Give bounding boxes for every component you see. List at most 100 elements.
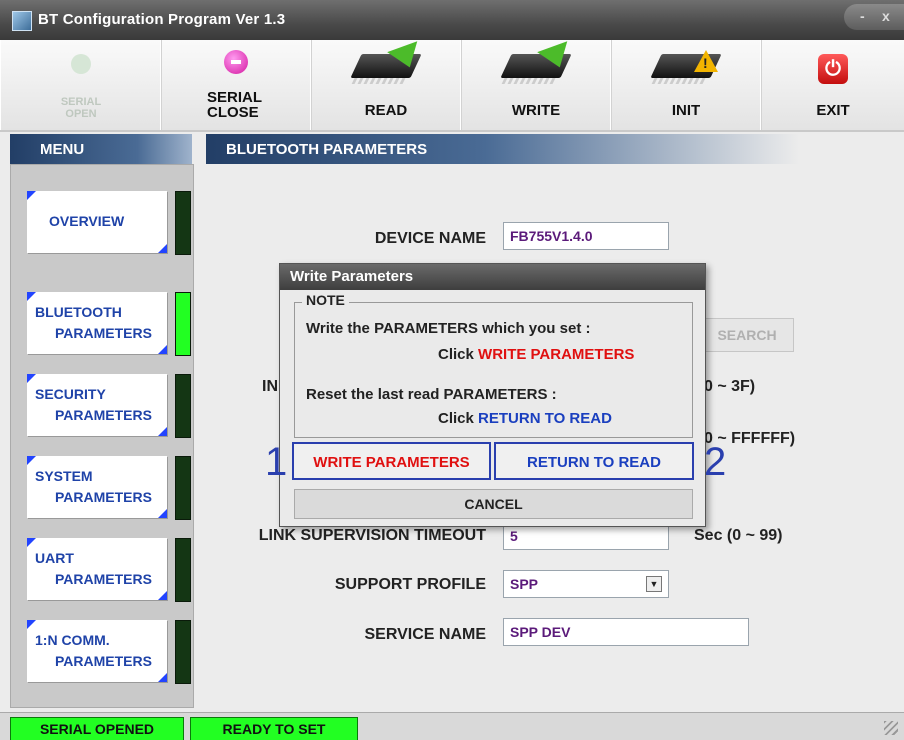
close-window-button[interactable]: x [882,8,890,24]
led-indicator [175,620,191,684]
write-parameters-dialog: Write Parameters NOTE Write the PARAMETE… [279,263,706,527]
status-ready-to-set: READY TO SET [190,717,358,740]
read-button[interactable]: READ [310,40,462,130]
note-line-4: Click RETURN TO READ [438,410,612,427]
chip-warning-icon [694,50,718,72]
menu-header-label: MENU [40,141,85,158]
exit-label: EXIT [816,102,850,119]
note-legend: NOTE [302,292,349,308]
range-label-1: 0 ~ 3F) [704,378,756,395]
sidebar-item-security-parameters[interactable]: SECURITY PARAMETERS [27,374,167,436]
write-button[interactable]: WRITE [460,40,612,130]
window-controls: - x [844,4,904,30]
read-label: READ [364,102,408,119]
corner-marker-icon [158,673,167,682]
write-label: WRITE [511,102,561,119]
link-supervision-unit: Sec (0 ~ 99) [694,527,783,544]
sidebar-item-label: PARAMETERS [55,571,152,587]
cancel-button[interactable]: CANCEL [294,489,693,519]
status-bar: SERIAL OPENED READY TO SET [0,712,904,740]
service-name-label: SERVICE NAME [364,626,486,643]
corner-marker-icon [158,427,167,436]
toolbar: SERIAL OPEN SERIAL CLOSE READ WRITE INIT [0,40,904,132]
led-indicator [175,456,191,520]
resize-grip-icon[interactable] [884,721,898,735]
sidebar-item-label: PARAMETERS [55,407,152,423]
sidebar-item-overview[interactable]: OVERVIEW [27,191,167,253]
app-icon [12,11,32,31]
dialog-title-bar: Write Parameters [280,264,705,290]
corner-marker-icon [158,244,167,253]
exit-button[interactable]: ⏻ EXIT [760,40,904,130]
sidebar-item-label: PARAMETERS [55,325,152,341]
corner-marker-icon [158,509,167,518]
menu-header: MENU [10,134,192,164]
serial-open-button[interactable]: SERIAL OPEN [0,40,162,130]
chevron-down-icon[interactable]: ▼ [646,576,662,592]
dialog-title: Write Parameters [290,268,414,285]
sidebar-item-system-parameters[interactable]: SYSTEM PARAMETERS [27,456,167,518]
power-icon: ⏻ [818,54,848,84]
support-profile-select[interactable]: SPP ▼ [503,570,669,598]
read-arrow-icon [387,41,425,73]
corner-marker-icon [158,591,167,600]
return-to-read-button[interactable]: RETURN TO READ [494,442,694,480]
serial-close-label-line1: SERIAL [207,89,263,106]
support-profile-label: SUPPORT PROFILE [334,576,486,593]
init-label: INIT [671,102,701,119]
init-button[interactable]: INIT [610,40,762,130]
window-title: BT Configuration Program Ver 1.3 [38,11,286,28]
annotation-number-1: 1 [265,440,288,484]
status-serial-opened: SERIAL OPENED [10,717,184,740]
sidebar-item-label: SYSTEM [35,468,93,484]
note-line-3: Reset the last read PARAMETERS : [306,386,557,403]
sidebar-menu: OVERVIEW BLUETOOTH PARAMETERS SECURITY P… [10,164,194,708]
note-line-2-prefix: Click [438,346,479,363]
note-line-4-prefix: Click [438,410,479,427]
minimize-button[interactable]: - [860,8,865,24]
led-indicator [175,538,191,602]
sidebar-item-bluetooth-parameters[interactable]: BLUETOOTH PARAMETERS [27,292,167,354]
serial-open-label-line1: SERIAL [60,96,102,108]
support-profile-value: SPP [510,576,539,592]
serial-close-label-line2: CLOSE [207,104,259,121]
sidebar-item-label: SECURITY [35,386,106,402]
note-line-2: Click WRITE PARAMETERS [438,346,634,363]
section-header: BLUETOOTH PARAMETERS [206,134,904,164]
search-button[interactable]: SEARCH [700,318,794,352]
partial-label: IN [262,378,278,395]
app-window: BT Configuration Program Ver 1.3 - x SER… [0,0,904,740]
corner-marker-icon [27,538,36,547]
title-bar: BT Configuration Program Ver 1.3 - x [0,0,904,40]
service-name-field[interactable]: SPP DEV [503,618,749,646]
link-supervision-label: LINK SUPERVISION TIMEOUT [258,527,486,544]
corner-marker-icon [27,292,36,301]
sidebar-item-label: UART [35,550,74,566]
note-line-4-action: RETURN TO READ [478,410,612,427]
sidebar-item-label: PARAMETERS [55,653,152,669]
serial-open-label-line2: OPEN [65,108,97,120]
note-line-2-action: WRITE PARAMETERS [478,346,635,363]
sidebar-item-uart-parameters[interactable]: UART PARAMETERS [27,538,167,600]
write-parameters-button[interactable]: WRITE PARAMETERS [292,442,491,480]
led-indicator [175,374,191,438]
led-indicator-active [175,292,191,356]
serial-open-icon [71,54,91,74]
note-line-1: Write the PARAMETERS which you set : [306,320,591,337]
corner-marker-icon [158,345,167,354]
corner-marker-icon [27,620,36,629]
led-indicator [175,191,191,255]
device-name-field[interactable]: FB755V1.4.0 [503,222,669,250]
device-name-label: DEVICE NAME [374,230,486,247]
section-header-label: BLUETOOTH PARAMETERS [226,141,428,158]
corner-marker-icon [27,374,36,383]
disconnect-icon [224,50,248,74]
sidebar-item-label: OVERVIEW [49,213,125,229]
write-arrow-icon [537,41,575,73]
sidebar-item-label: BLUETOOTH [35,304,122,320]
sidebar-item-label: PARAMETERS [55,489,152,505]
sidebar-item-1n-comm-parameters[interactable]: 1:N COMM. PARAMETERS [27,620,167,682]
sidebar-item-label: 1:N COMM. [35,632,110,648]
corner-marker-icon [27,191,36,200]
serial-close-button[interactable]: SERIAL CLOSE [160,40,312,130]
